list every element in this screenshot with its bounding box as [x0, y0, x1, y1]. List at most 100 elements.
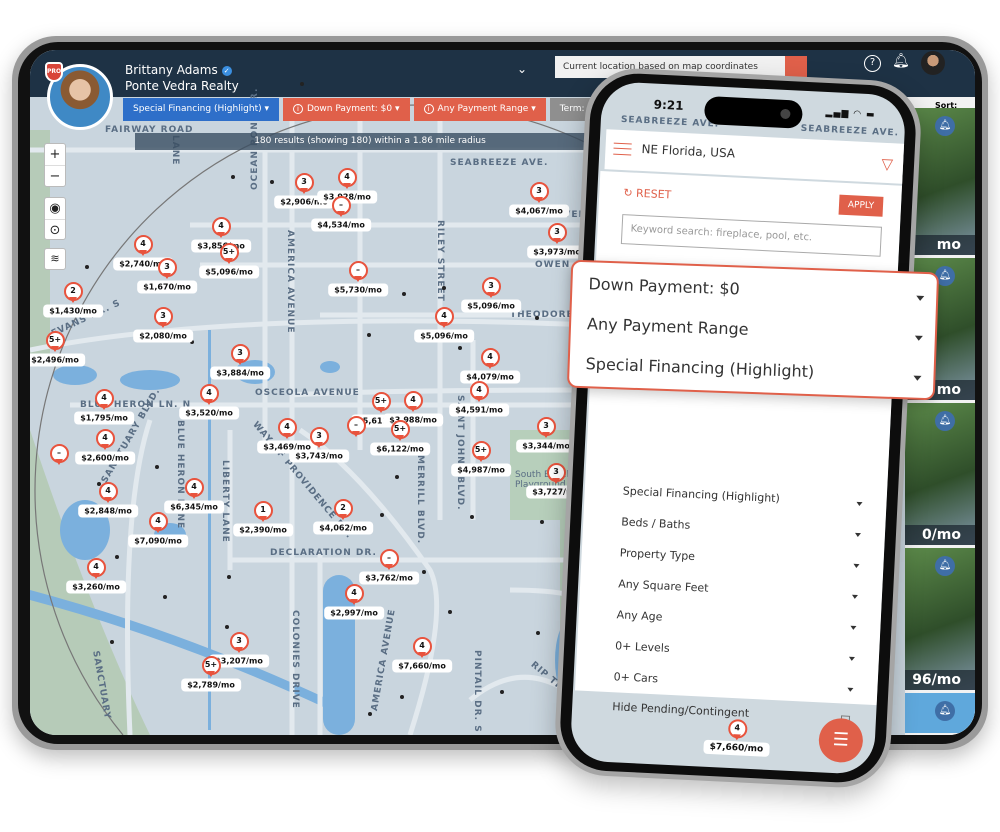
marker-price[interactable]: $4,534/mo: [311, 218, 371, 232]
marker-price[interactable]: $3,762/mo: [359, 571, 419, 585]
map-marker[interactable]: 3: [157, 257, 177, 279]
popup-down-payment[interactable]: Down Payment: $0: [588, 274, 925, 305]
chevron-down-icon[interactable]: ⌄: [517, 62, 527, 76]
filter-option[interactable]: Any Square Feet: [618, 577, 858, 602]
map-marker[interactable]: 5+: [201, 655, 221, 677]
filter-option[interactable]: 0+ Levels: [615, 639, 855, 664]
marker-price[interactable]: $6,345/mo: [164, 500, 224, 514]
filter-option[interactable]: Property Type: [619, 546, 860, 571]
map-marker[interactable]: 3: [481, 276, 501, 298]
bell-icon[interactable]: 🔔︎: [935, 701, 955, 721]
list-view-button[interactable]: ☰: [817, 717, 864, 764]
map-marker[interactable]: –: [331, 195, 351, 217]
menu-icon[interactable]: [613, 142, 632, 156]
marker-price[interactable]: $3,520/mo: [179, 406, 239, 420]
apply-button[interactable]: APPLY: [838, 194, 884, 217]
map-marker[interactable]: 4: [344, 583, 364, 605]
map-marker[interactable]: 2: [63, 281, 83, 303]
marker-price[interactable]: $5,096/mo: [199, 265, 259, 279]
chip-payment-range[interactable]: i Any Payment Range ▾: [413, 98, 546, 121]
map-marker[interactable]: –: [49, 443, 69, 465]
bell-icon[interactable]: 🔔︎: [935, 556, 955, 576]
map-marker[interactable]: 5+: [219, 242, 239, 264]
filter-option[interactable]: Beds / Baths: [621, 515, 862, 540]
locate-icon[interactable]: ◉: [45, 198, 65, 219]
marker-price[interactable]: $2,390/mo: [233, 523, 293, 537]
marker-price[interactable]: $5,730/mo: [328, 283, 388, 297]
marker-price[interactable]: $2,997/mo: [324, 606, 384, 620]
map-marker[interactable]: 4: [403, 390, 423, 412]
map-marker[interactable]: 5+: [45, 330, 65, 352]
popup-special-financing[interactable]: Special Financing (Highlight): [585, 354, 922, 385]
zoom-out-button[interactable]: −: [45, 165, 65, 187]
marker-price[interactable]: $3,743/mo: [289, 449, 349, 463]
bell-icon[interactable]: 🔔︎: [935, 116, 955, 136]
marker-price[interactable]: $6,122/mo: [370, 442, 430, 456]
map-marker[interactable]: 4: [184, 477, 204, 499]
marker-price[interactable]: $4,067/mo: [509, 204, 569, 218]
map-marker[interactable]: –: [346, 415, 366, 437]
map-marker[interactable]: 4: [412, 636, 432, 658]
map-marker[interactable]: 3: [309, 426, 329, 448]
marker-price[interactable]: $3,260/mo: [66, 580, 126, 594]
filter-option[interactable]: Special Financing (Highlight): [622, 484, 863, 509]
filter-option[interactable]: Any Age: [616, 608, 857, 633]
marker-price[interactable]: $7,660/mo: [392, 659, 452, 673]
map-marker[interactable]: 3: [529, 181, 549, 203]
map-marker[interactable]: 4: [277, 417, 297, 439]
popup-payment-range[interactable]: Any Payment Range: [587, 314, 923, 345]
chip-down-payment[interactable]: i Down Payment: $0 ▾: [283, 98, 410, 121]
marker-price[interactable]: $4,062/mo: [313, 521, 373, 535]
marker-price[interactable]: $1,795/mo: [74, 411, 134, 425]
layers-icon[interactable]: ≋: [44, 248, 66, 270]
map-marker[interactable]: 4: [469, 380, 489, 402]
location-search-button[interactable]: [785, 56, 807, 78]
user-avatar[interactable]: [921, 51, 945, 75]
map-marker[interactable]: 3: [536, 416, 556, 438]
map-marker[interactable]: 4: [434, 306, 454, 328]
marker-price[interactable]: $5,096/mo: [414, 329, 474, 343]
marker-price[interactable]: $2,496/mo: [30, 353, 85, 367]
marker-price[interactable]: $2,789/mo: [181, 678, 241, 692]
map-marker[interactable]: 4: [337, 167, 357, 189]
marker-price[interactable]: $2,080/mo: [133, 329, 193, 343]
map-marker[interactable]: 3: [229, 631, 249, 653]
map-marker[interactable]: 5+: [471, 440, 491, 462]
listing-card[interactable]: 🔔︎: [905, 693, 975, 733]
map-marker[interactable]: 4: [86, 557, 106, 579]
map-marker[interactable]: –: [379, 548, 399, 570]
map-marker[interactable]: 2: [333, 498, 353, 520]
marker-price[interactable]: $3,344/mo: [516, 439, 576, 453]
marker-price[interactable]: $2,600/mo: [75, 451, 135, 465]
marker-price[interactable]: $4,079/mo: [460, 370, 520, 384]
bell-icon[interactable]: 🔔︎: [892, 53, 910, 69]
chip-special-financing[interactable]: Special Financing (Highlight) ▾: [123, 98, 279, 121]
marker-price[interactable]: $7,090/mo: [128, 534, 188, 548]
keyword-search-input[interactable]: Keyword search: fireplace, pool, etc.: [620, 214, 883, 257]
map-marker[interactable]: 4: [94, 388, 114, 410]
zoom-in-button[interactable]: +: [45, 144, 65, 165]
map-marker[interactable]: 1: [253, 500, 273, 522]
marker-price[interactable]: $5,096/mo: [461, 299, 521, 313]
map-marker[interactable]: 4: [727, 718, 748, 739]
map-marker[interactable]: 5+: [371, 391, 391, 413]
map-marker[interactable]: 3: [294, 172, 314, 194]
marker-price[interactable]: $4,987/mo: [451, 463, 511, 477]
radius-icon[interactable]: ⊙: [45, 219, 65, 241]
map-marker[interactable]: 3: [153, 306, 173, 328]
map-marker[interactable]: 4: [480, 347, 500, 369]
listing-card[interactable]: 🔔︎ 96/mo: [905, 548, 975, 690]
help-icon[interactable]: ?: [864, 55, 881, 72]
marker-price[interactable]: $7,660/mo: [703, 739, 770, 757]
map-marker[interactable]: 4: [148, 511, 168, 533]
bell-icon[interactable]: 🔔︎: [935, 411, 955, 431]
map-marker[interactable]: –: [348, 260, 368, 282]
filter-icon[interactable]: ▽: [881, 155, 893, 174]
location-text[interactable]: NE Florida, USA: [641, 142, 735, 161]
marker-price[interactable]: $1,670/mo: [137, 280, 197, 294]
map-marker[interactable]: 5+: [390, 419, 410, 441]
marker-price[interactable]: $2,848/mo: [78, 504, 138, 518]
map-marker[interactable]: 4: [95, 428, 115, 450]
listing-card[interactable]: 🔔︎ 0/mo: [905, 403, 975, 545]
map-marker[interactable]: 3: [547, 222, 567, 244]
